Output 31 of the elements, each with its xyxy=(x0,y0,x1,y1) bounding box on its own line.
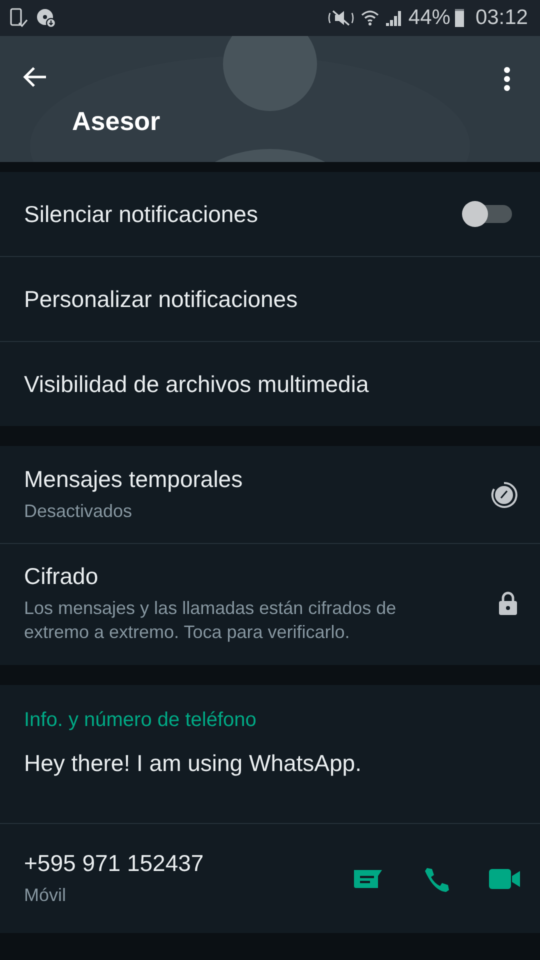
settings-row[interactable]: Silenciar notificaciones xyxy=(0,172,540,257)
more-options-button[interactable] xyxy=(503,66,511,92)
timer-icon xyxy=(490,480,518,508)
row-label: Mensajes temporales xyxy=(24,466,243,493)
row-label: Personalizar notificaciones xyxy=(24,286,298,312)
phone-number: +595 971 152437 xyxy=(24,850,204,877)
about-text: Hey there! I am using WhatsApp. xyxy=(0,732,540,824)
battery-percentage: 44% xyxy=(408,6,450,30)
settings-row[interactable]: Mensajes temporales Desactivados xyxy=(0,446,540,544)
phone-row[interactable]: +595 971 152437 Móvil xyxy=(0,824,540,933)
signal-icon xyxy=(385,9,404,27)
row-label: Silenciar notificaciones xyxy=(24,200,258,228)
video-call-button[interactable] xyxy=(488,866,522,890)
mute-icon xyxy=(327,8,356,28)
wifi-icon xyxy=(360,8,380,28)
settings-row[interactable]: Cifrado Los mensajes y las llamadas están cifrados de extremo a extremo. Toca para verificarlo. xyxy=(0,544,540,665)
clock: 03:12 xyxy=(475,6,528,30)
contact-name: Asesor xyxy=(72,106,160,137)
row-label: Cifrado xyxy=(24,563,100,590)
lock-icon xyxy=(498,590,518,616)
row-description: Los mensajes y las llamadas están cifrados de extremo a extremo. Toca para verificarlo. xyxy=(24,597,398,644)
battery-icon xyxy=(455,9,464,27)
row-label: Visibilidad de archivos multimedia xyxy=(24,370,369,398)
back-button[interactable] xyxy=(22,66,48,88)
settings-row[interactable]: Visibilidad de archivos multimedia xyxy=(0,342,540,426)
phone-type: Móvil xyxy=(24,884,68,907)
settings-row[interactable]: Personalizar notificaciones xyxy=(0,257,540,342)
row-description: Desactivados xyxy=(24,500,134,523)
disc-download-icon xyxy=(36,8,56,28)
section-heading: Info. y número de teléfono xyxy=(23,708,258,732)
phone-check-icon xyxy=(10,8,28,28)
